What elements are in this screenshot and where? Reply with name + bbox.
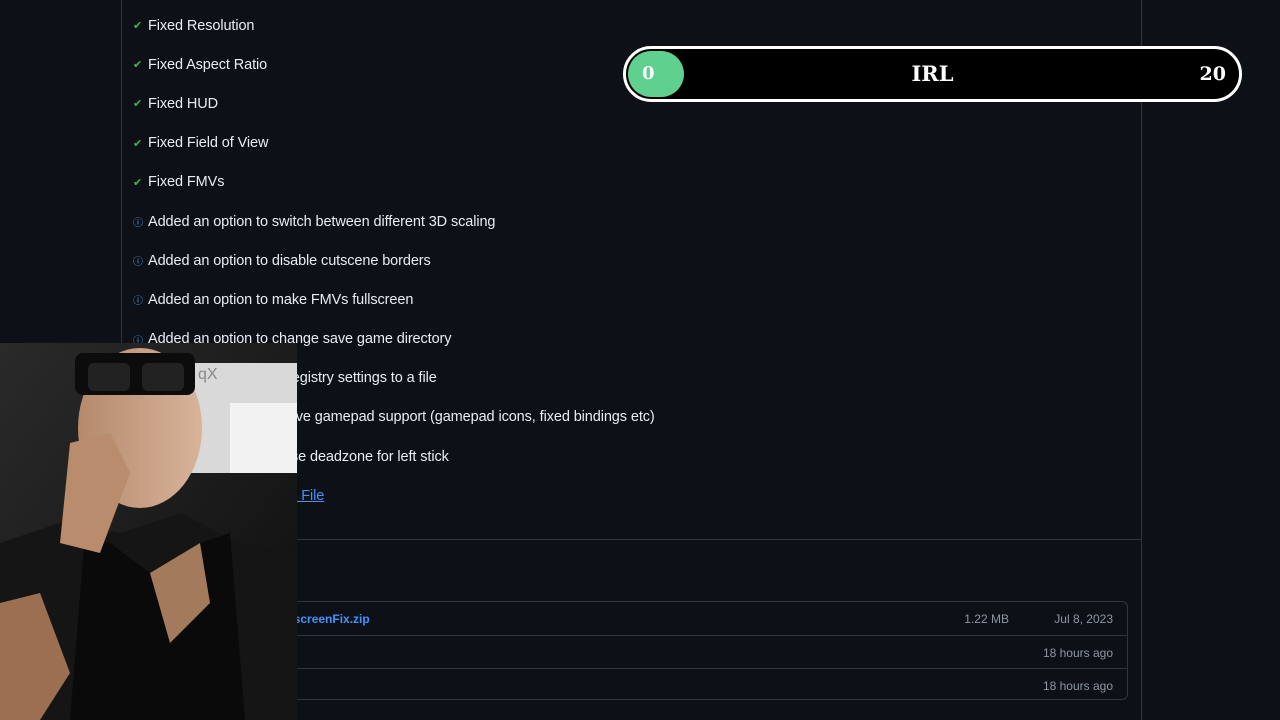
asset-date: 18 hours ago — [1042, 645, 1113, 660]
list-item: ✔ Fixed Resolution — [133, 6, 655, 45]
score-overlay: 0 IRL 20 — [623, 46, 1242, 102]
feature-text: Added an option to switch between differ… — [148, 213, 496, 230]
github-release-page: ✔ Fixed Resolution ✔ Fixed Aspect Ratio … — [0, 0, 1280, 720]
webcam-image: qX — [0, 343, 297, 720]
list-item: ⓘ Added an option to make FMVs fullscree… — [133, 280, 655, 319]
asset-date: 18 hours ago — [1042, 678, 1113, 693]
score-label: IRL — [911, 61, 954, 86]
list-item: ✔ Fixed HUD — [133, 84, 655, 123]
asset-date: Jul 8, 2023 — [1054, 611, 1113, 626]
info-icon: ⓘ — [133, 296, 143, 308]
score-max: 20 — [1199, 63, 1226, 85]
list-item: ✔ Fixed Field of View — [133, 124, 655, 163]
feature-text: Added an option to disable cutscene bord… — [148, 252, 431, 269]
feature-text: ase deadzone for left stick — [283, 448, 449, 465]
feature-text: Fixed FMVs — [148, 174, 225, 191]
feature-text: Fixed Aspect Ratio — [148, 56, 268, 73]
asset-name-link[interactable]: escreenFix.zip — [287, 612, 370, 626]
feature-text: rove gamepad support (gamepad icons, fix… — [283, 409, 655, 426]
check-icon: ✔ — [133, 98, 143, 111]
asset-size: 1.22 MB — [964, 611, 1009, 626]
check-icon: ✔ — [133, 176, 143, 189]
feature-text: Fixed HUD — [148, 95, 218, 112]
list-item: ⓘ Added an option to switch between diff… — [133, 202, 655, 241]
feature-text: Fixed Field of View — [148, 135, 269, 152]
webcam-overlay: qX — [0, 343, 297, 720]
list-item: ⓘ Added an option to disable cutscene bo… — [133, 241, 655, 280]
info-icon: ⓘ — [133, 257, 143, 269]
check-icon: ✔ — [133, 137, 143, 150]
check-icon: ✔ — [133, 59, 143, 72]
info-icon: ⓘ — [133, 218, 143, 230]
check-icon: ✔ — [133, 20, 143, 33]
feature-text: Added an option to make FMVs fullscreen — [148, 291, 414, 308]
list-item: ✔ Fixed FMVs — [133, 163, 655, 202]
list-item: ✔ Fixed Aspect Ratio — [133, 45, 655, 84]
webcam-overlay-text: qX — [198, 366, 218, 383]
feature-text: Fixed Resolution — [148, 17, 255, 34]
